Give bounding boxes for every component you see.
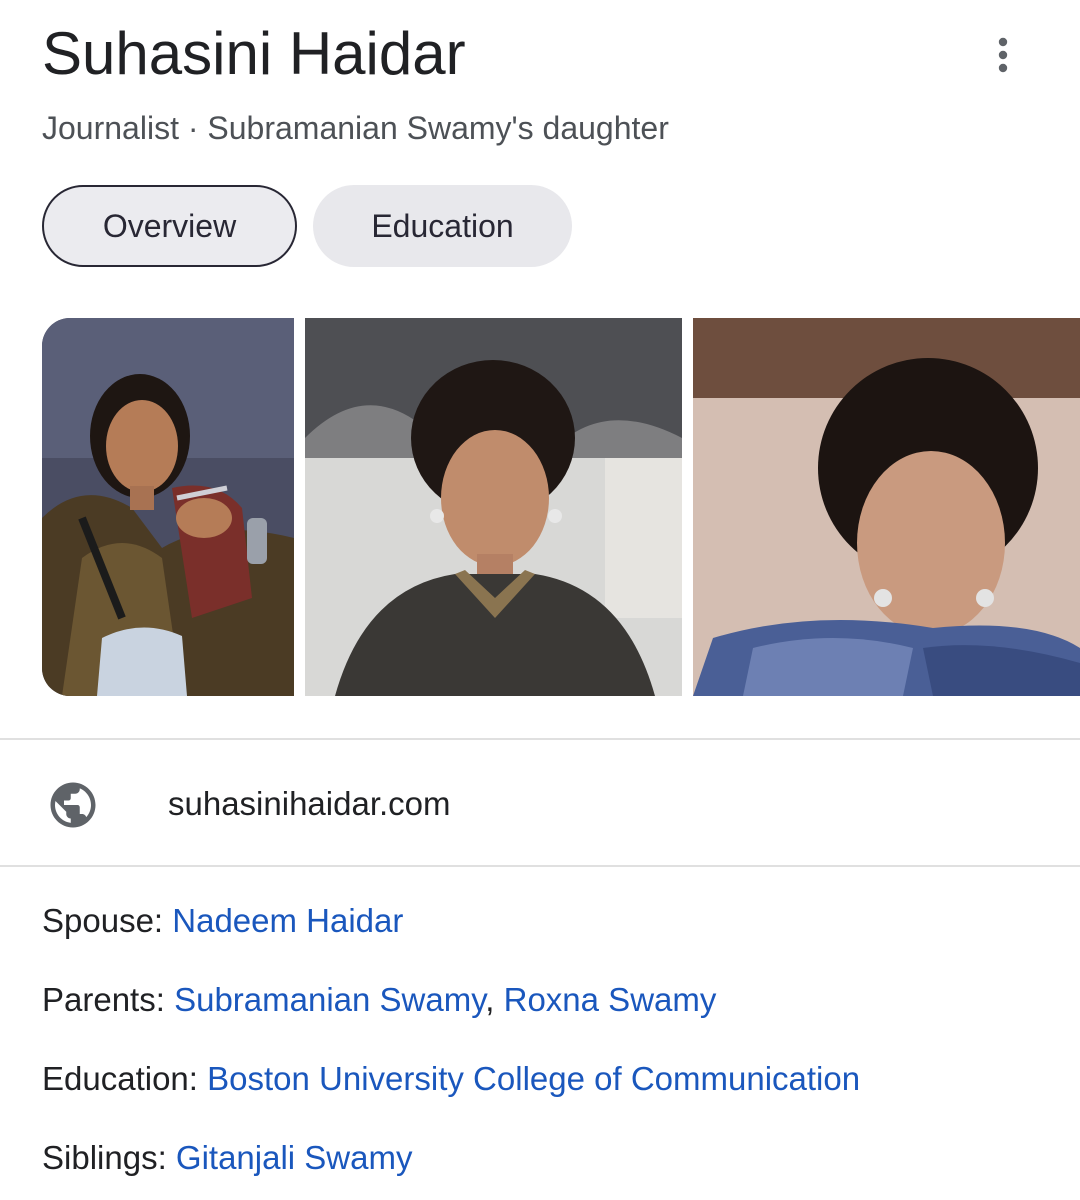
photo-3[interactable] (693, 318, 1080, 696)
knowledge-panel: Suhasini Haidar Journalist · Subramanian… (0, 0, 1080, 1200)
tab-bar: Overview Education (42, 185, 572, 267)
link-spouse[interactable]: Nadeem Haidar (172, 902, 403, 939)
fact-label-spouse: Spouse: (42, 902, 173, 939)
image-gallery (42, 318, 1080, 696)
fact-parents: Parents: Subramanian Swamy, Roxna Swamy (42, 977, 1072, 1056)
photo-2[interactable] (305, 318, 682, 696)
fact-education: Education: Boston University College of … (42, 1056, 1072, 1135)
fact-label-siblings: Siblings: (42, 1139, 176, 1176)
link-parent-1[interactable]: Subramanian Swamy (174, 981, 485, 1018)
entity-subtitle: Journalist · Subramanian Swamy's daughte… (42, 110, 669, 146)
fact-siblings: Siblings: Gitanjali Swamy (42, 1135, 1072, 1200)
fact-label-education: Education: (42, 1060, 208, 1097)
tab-overview[interactable]: Overview (42, 185, 297, 267)
globe-icon (46, 778, 100, 832)
link-parent-2[interactable]: Roxna Swamy (504, 981, 717, 1018)
photo-1[interactable] (42, 318, 294, 696)
website-url: suhasinihaidar.com (168, 785, 451, 822)
link-education[interactable]: Boston University College of Communicati… (207, 1060, 860, 1097)
facts-list: Spouse: Nadeem Haidar Parents: Subramani… (42, 898, 1072, 1200)
tab-education[interactable]: Education (313, 185, 572, 267)
entity-title: Suhasini Haidar (42, 20, 466, 87)
parents-separator: , (485, 981, 504, 1018)
website-link[interactable]: suhasinihaidar.com (0, 740, 1080, 866)
more-options-button[interactable] (982, 36, 1024, 78)
fact-label-parents: Parents: (42, 981, 175, 1018)
fact-spouse: Spouse: Nadeem Haidar (42, 898, 1072, 977)
more-vert-icon (997, 37, 1009, 78)
link-sibling[interactable]: Gitanjali Swamy (176, 1139, 413, 1176)
divider-bottom (0, 865, 1080, 867)
